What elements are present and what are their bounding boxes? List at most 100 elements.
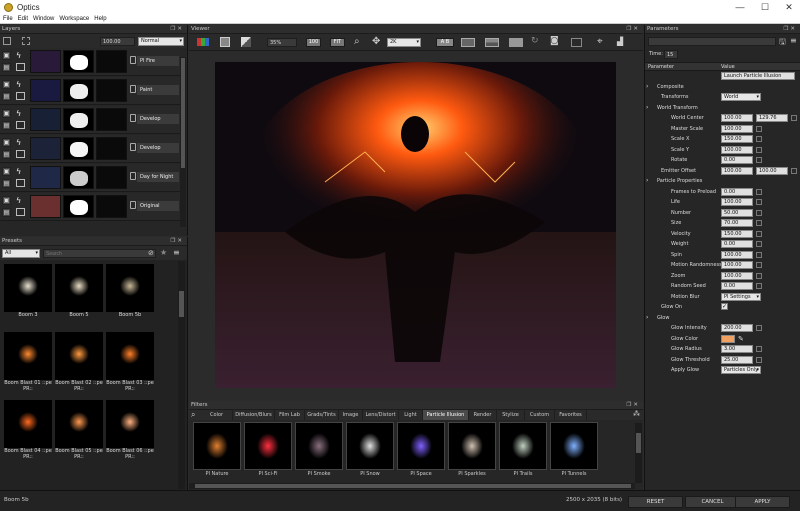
checker-bg-icon[interactable] bbox=[241, 37, 251, 47]
panel-float-close-icon[interactable]: ❐✕ bbox=[783, 25, 797, 34]
filter-item[interactable]: PI Smoke bbox=[295, 422, 343, 480]
bolt-icon[interactable]: ϟ bbox=[16, 167, 21, 176]
preset-item[interactable]: Boom Blast 03 ::pe PR:: bbox=[106, 332, 154, 394]
menu-help[interactable]: Help bbox=[91, 15, 108, 22]
preset-thumbnail[interactable] bbox=[106, 400, 154, 448]
minimize-button[interactable]: — bbox=[733, 2, 747, 13]
param-value-input[interactable]: 200.00 bbox=[721, 324, 753, 332]
filters-hscrollbar[interactable] bbox=[189, 483, 635, 489]
param-value-input[interactable]: 50.00 bbox=[721, 208, 753, 217]
pan-move-icon[interactable]: ✥ bbox=[372, 36, 380, 47]
lock-icon[interactable] bbox=[130, 56, 136, 64]
param-value-input[interactable]: 25.00 bbox=[721, 355, 753, 364]
filter-thumbnail[interactable] bbox=[295, 422, 343, 470]
lock-icon[interactable] bbox=[130, 143, 136, 151]
layer-thumbnail[interactable] bbox=[30, 108, 61, 131]
histogram-icon[interactable]: ▟ bbox=[617, 37, 623, 46]
filter-tab[interactable]: Film Lab bbox=[275, 410, 305, 420]
preset-search-input[interactable] bbox=[43, 249, 156, 258]
zoom-100-button[interactable]: 100 bbox=[306, 38, 321, 47]
apply-button[interactable]: APPLY bbox=[735, 496, 790, 508]
param-value-x-input[interactable]: 100.00 bbox=[721, 166, 753, 175]
visibility-toggle-icon[interactable]: ▣ bbox=[2, 167, 11, 176]
layers-scrollbar[interactable] bbox=[180, 57, 186, 227]
keyframe-icon[interactable] bbox=[756, 209, 762, 216]
chevron-down-icon[interactable]: › bbox=[646, 176, 648, 186]
preset-item[interactable]: Boom Blast 06 ::pe PR:: bbox=[106, 400, 154, 462]
opacity-input[interactable]: 100.00 bbox=[100, 37, 135, 46]
filter-tab[interactable]: Stylize bbox=[497, 410, 525, 420]
ab-compare-button[interactable]: A B bbox=[436, 38, 454, 47]
filter-thumbnail[interactable] bbox=[397, 422, 445, 470]
keyframe-icon[interactable] bbox=[756, 157, 762, 163]
layer-thumbnail[interactable] bbox=[30, 50, 61, 73]
param-value-input[interactable]: 100.00 bbox=[721, 250, 753, 259]
chevron-down-icon[interactable]: › bbox=[646, 313, 648, 323]
keyframe-icon[interactable] bbox=[756, 146, 762, 153]
param-value-input[interactable]: 100.00 bbox=[721, 198, 753, 206]
layer-name[interactable]: Paint bbox=[137, 85, 179, 95]
mask-view-icon[interactable] bbox=[509, 38, 523, 47]
layer-aux-thumbnail[interactable] bbox=[96, 108, 127, 131]
zoom-fit-button[interactable]: FIT bbox=[330, 38, 345, 47]
snapshot-camera-icon[interactable]: ◙ bbox=[550, 36, 559, 46]
layer-stack-icon[interactable] bbox=[3, 37, 11, 45]
favorite-star-icon[interactable]: ★ bbox=[160, 248, 167, 257]
param-value-input[interactable]: 0.00 bbox=[721, 187, 753, 196]
layer-thumbnail[interactable] bbox=[30, 137, 61, 160]
monitor-icon[interactable] bbox=[16, 63, 25, 71]
preset-category-select[interactable]: All bbox=[2, 249, 40, 258]
preset-item[interactable]: Boom Blast 05 ::pe PR:: bbox=[55, 400, 103, 462]
monitor-icon[interactable] bbox=[16, 179, 25, 187]
keyframe-icon[interactable] bbox=[756, 356, 762, 363]
filter-thumbnail[interactable] bbox=[193, 422, 241, 470]
visibility-toggle-icon[interactable]: ▣ bbox=[2, 51, 11, 60]
close-button[interactable]: ✕ bbox=[782, 2, 796, 13]
visibility-toggle-icon[interactable]: ▣ bbox=[2, 80, 11, 89]
menu-edit[interactable]: Edit bbox=[15, 15, 30, 22]
menu-lines-icon[interactable]: ≡ bbox=[173, 248, 180, 257]
zoom-percent-input[interactable]: 35% bbox=[267, 38, 297, 47]
visibility-toggle-icon[interactable]: ▣ bbox=[2, 138, 11, 147]
filter-item[interactable]: PI Sci-Fi bbox=[244, 422, 292, 480]
layer-type-icon[interactable]: ▤ bbox=[2, 208, 11, 217]
layer-name[interactable]: Develop bbox=[137, 114, 179, 124]
menu-lines-icon[interactable]: ≡ bbox=[790, 36, 797, 45]
keyframe-icon[interactable] bbox=[756, 346, 762, 352]
layer-name[interactable]: PI Fire bbox=[137, 56, 179, 66]
bolt-icon[interactable]: ϟ bbox=[16, 80, 21, 89]
glow-color-swatch[interactable] bbox=[721, 334, 735, 343]
filter-thumbnail[interactable] bbox=[550, 422, 598, 470]
filter-item[interactable]: PI Snow bbox=[346, 422, 394, 480]
bolt-icon[interactable]: ϟ bbox=[16, 138, 21, 147]
filter-tab[interactable]: Grads/Tints bbox=[305, 410, 339, 420]
preset-thumbnail[interactable] bbox=[4, 332, 52, 380]
param-value-input[interactable]: 3.00 bbox=[721, 345, 753, 353]
layer-type-icon[interactable]: ▤ bbox=[2, 179, 11, 188]
monitor-icon[interactable] bbox=[16, 208, 25, 216]
layer-aux-thumbnail[interactable] bbox=[96, 137, 127, 160]
keyframe-icon[interactable] bbox=[756, 220, 762, 226]
keyframe-icon[interactable] bbox=[756, 230, 762, 237]
layer-aux-thumbnail[interactable] bbox=[96, 79, 127, 102]
preset-item[interactable]: Boom 5b bbox=[106, 264, 154, 326]
layer-mask-thumbnail[interactable] bbox=[63, 166, 94, 189]
keyframe-icon[interactable] bbox=[756, 325, 762, 331]
layer-mask-thumbnail[interactable] bbox=[63, 195, 94, 218]
grid-view-icon[interactable]: ⁂ bbox=[633, 410, 640, 419]
layer-thumbnail[interactable] bbox=[30, 195, 61, 218]
layer-mask-thumbnail[interactable] bbox=[63, 50, 94, 73]
reset-button[interactable]: RESET bbox=[628, 496, 683, 508]
menu-workspace[interactable]: Workspace bbox=[56, 15, 91, 22]
eyedropper-icon[interactable]: ✎ bbox=[738, 334, 744, 344]
layer-name[interactable]: Original bbox=[137, 201, 179, 211]
layer-mask-thumbnail[interactable] bbox=[63, 108, 94, 131]
split-view-icon[interactable] bbox=[461, 38, 475, 47]
layer-mask-thumbnail[interactable] bbox=[63, 79, 94, 102]
panel-float-close-icon[interactable]: ❐✕ bbox=[170, 25, 184, 34]
clear-search-icon[interactable]: ⊘ bbox=[148, 249, 154, 257]
param-value-y-input[interactable]: 129.76 bbox=[756, 114, 788, 122]
keyframe-icon[interactable] bbox=[756, 283, 762, 289]
filter-item[interactable]: PI Trails bbox=[499, 422, 547, 480]
preset-thumbnail[interactable] bbox=[55, 264, 103, 312]
